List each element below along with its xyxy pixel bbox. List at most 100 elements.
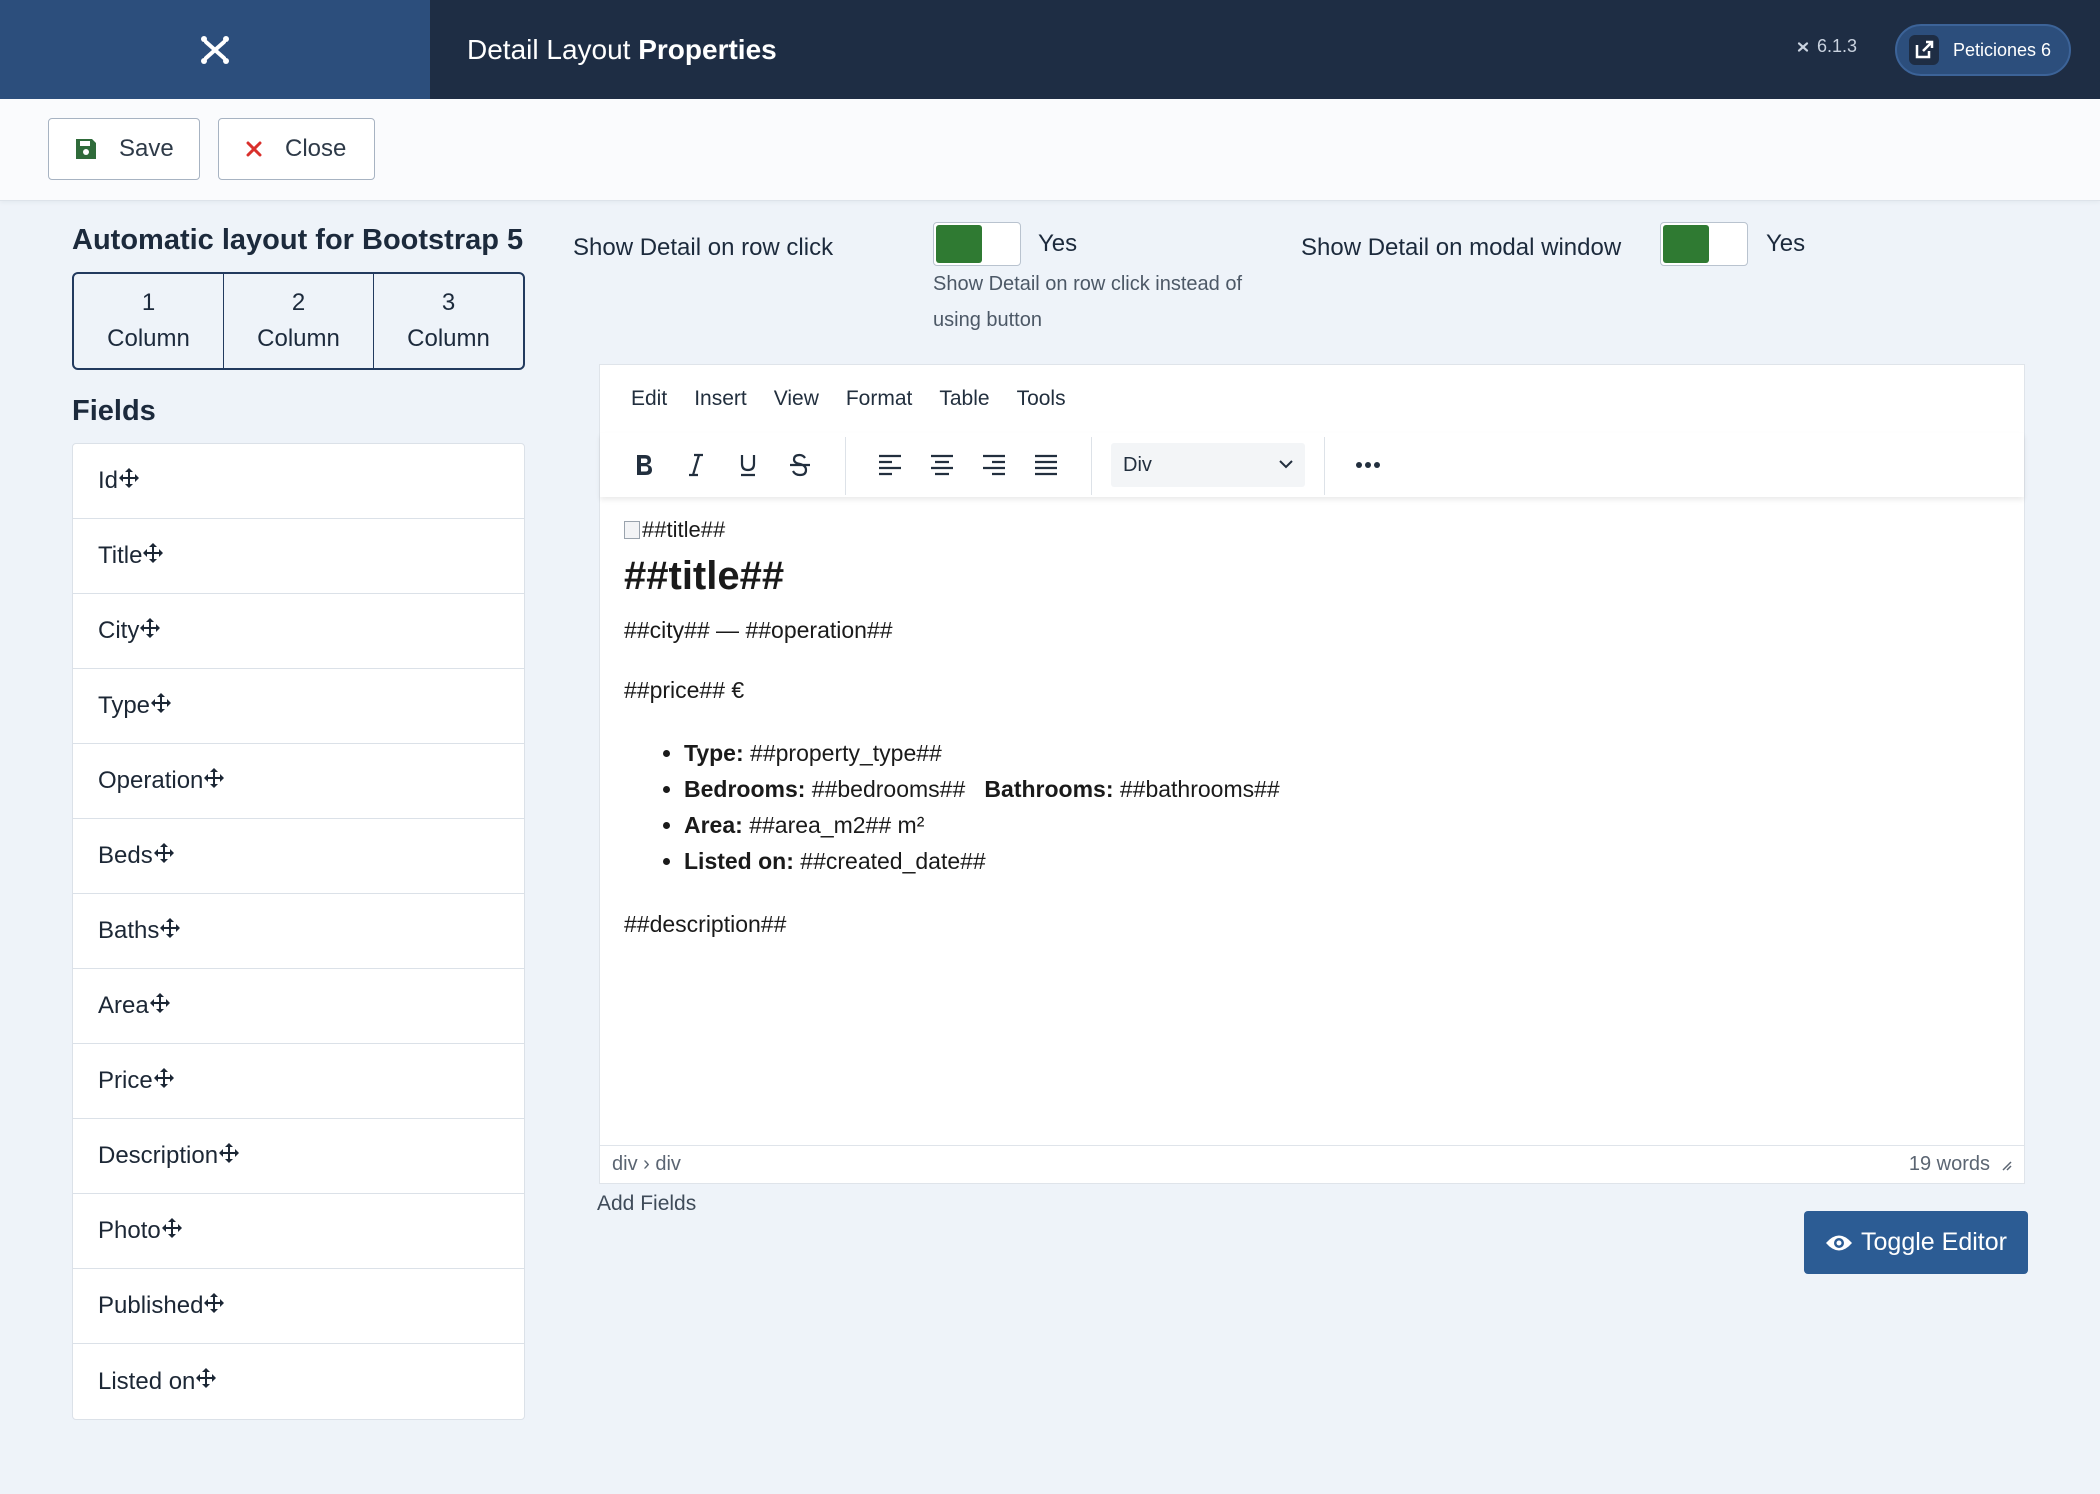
switch-on-indicator (1663, 225, 1709, 263)
field-item-beds[interactable]: Beds (73, 819, 524, 894)
align-center-button[interactable] (920, 443, 964, 487)
field-item-city[interactable]: City (73, 594, 524, 669)
justify-button[interactable] (1024, 443, 1068, 487)
one-column-button[interactable]: 1 Column (74, 274, 224, 368)
move-icon[interactable] (203, 1292, 225, 1321)
word-count[interactable]: 19 words (1909, 1153, 1990, 1176)
editor-content[interactable]: ##title## ##title## ##city## — ##operati… (624, 517, 1994, 939)
move-icon[interactable] (149, 992, 171, 1021)
underline-icon (740, 455, 756, 477)
field-item-id[interactable]: Id (73, 444, 524, 519)
move-icon[interactable] (153, 842, 175, 871)
move-icon[interactable] (142, 542, 164, 571)
resize-handle-icon[interactable] (2000, 1159, 2012, 1171)
field-list: Id Title City Type Operation Beds Baths … (72, 443, 525, 1420)
underline-button[interactable] (726, 443, 770, 487)
field-item-price[interactable]: Price (73, 1044, 524, 1119)
row-click-switch[interactable] (933, 222, 1021, 266)
word-count-area: 19 words (1909, 1153, 2012, 1176)
move-icon[interactable] (153, 1067, 175, 1096)
field-item-description[interactable]: Description (73, 1119, 524, 1194)
align-center-icon (931, 454, 953, 476)
page-title-prefix: Detail Layout (467, 34, 639, 65)
align-right-button[interactable] (972, 443, 1016, 487)
block-format-select[interactable]: Div (1111, 443, 1305, 487)
strikethrough-button[interactable] (778, 443, 822, 487)
modal-value: Yes (1766, 230, 1806, 257)
row-click-label: Show Detail on row click (573, 234, 834, 261)
move-icon[interactable] (161, 1217, 183, 1246)
more-button[interactable] (1346, 443, 1390, 487)
move-icon[interactable] (195, 1367, 217, 1396)
field-label: Operation (98, 767, 204, 794)
italic-button[interactable] (674, 443, 718, 487)
close-label: Close (285, 135, 347, 162)
toggle-editor-label: Toggle Editor (1861, 1228, 2007, 1256)
field-label: Title (98, 542, 143, 569)
move-icon[interactable] (218, 1142, 240, 1171)
two-column-button[interactable]: 2 Column (224, 274, 374, 368)
move-icon[interactable] (159, 917, 181, 946)
move-icon[interactable] (118, 467, 140, 496)
bold-icon (637, 455, 652, 475)
field-item-published[interactable]: Published (73, 1269, 524, 1344)
version-text: 6.1.3 (1817, 36, 1858, 56)
list-item-value: ##created_date## (793, 848, 986, 874)
content-description: ##description## (624, 911, 787, 937)
menu-format[interactable]: Format (846, 387, 913, 411)
element-path[interactable]: div › div (612, 1153, 681, 1176)
field-label: Area (98, 992, 149, 1019)
save-label: Save (119, 135, 174, 162)
menu-table[interactable]: Table (939, 387, 989, 411)
align-left-button[interactable] (868, 443, 912, 487)
column-num: 2 (291, 289, 306, 316)
field-item-area[interactable]: Area (73, 969, 524, 1044)
menu-insert[interactable]: Insert (694, 387, 747, 411)
field-label: Price (98, 1067, 153, 1094)
floppy-disk-icon (76, 139, 96, 159)
external-link-icon (1909, 35, 1939, 65)
align-right-icon (983, 454, 1005, 476)
list-item: Listed on: ##created_date## (684, 843, 1994, 879)
fields-title: Fields (72, 395, 156, 427)
column-num: 3 (441, 289, 456, 316)
field-item-operation[interactable]: Operation (73, 744, 524, 819)
field-item-title[interactable]: Title (73, 519, 524, 594)
list-item-label: Bedrooms: (684, 776, 806, 802)
modal-switch[interactable] (1660, 222, 1748, 266)
three-column-button[interactable]: 3 Column (374, 274, 523, 368)
move-icon[interactable] (139, 617, 161, 646)
switch-on-indicator (936, 225, 982, 263)
menu-edit[interactable]: Edit (631, 387, 667, 411)
menu-tools[interactable]: Tools (1017, 387, 1066, 411)
field-item-type[interactable]: Type (73, 669, 524, 744)
field-label: Photo (98, 1217, 161, 1244)
content-heading: ##title## (624, 554, 785, 598)
italic-icon (689, 453, 703, 477)
peticiones-button[interactable]: Peticiones 6 (1895, 24, 2071, 76)
chevron-down-icon (1279, 460, 1293, 469)
bold-button[interactable] (622, 443, 666, 487)
field-label: Type (98, 692, 151, 719)
list-item-label: Area: (684, 812, 743, 838)
save-button[interactable]: Save (48, 118, 200, 180)
field-item-baths[interactable]: Baths (73, 894, 524, 969)
toolbar-separator (1324, 437, 1325, 495)
joomla-logo[interactable] (0, 0, 430, 99)
field-item-listed-on[interactable]: Listed on (73, 1344, 524, 1419)
menu-view[interactable]: View (774, 387, 819, 411)
action-toolbar: Save Close (0, 99, 2100, 201)
content-city-operation: ##city## — ##operation## (624, 617, 893, 643)
layout-title: Automatic layout for Bootstrap 5 (72, 224, 524, 256)
move-icon[interactable] (150, 692, 172, 721)
version-info: 6.1.3 (1795, 36, 1857, 57)
toggle-editor-button[interactable]: Toggle Editor (1804, 1211, 2028, 1274)
field-item-photo[interactable]: Photo (73, 1194, 524, 1269)
column-word: Column (257, 325, 340, 352)
joomla-icon (201, 35, 229, 64)
field-label: Beds (98, 842, 153, 869)
close-button[interactable]: Close (218, 118, 375, 180)
field-label: Id (98, 467, 119, 494)
move-icon[interactable] (203, 767, 225, 796)
peticiones-label: Peticiones 6 (1953, 39, 2052, 60)
